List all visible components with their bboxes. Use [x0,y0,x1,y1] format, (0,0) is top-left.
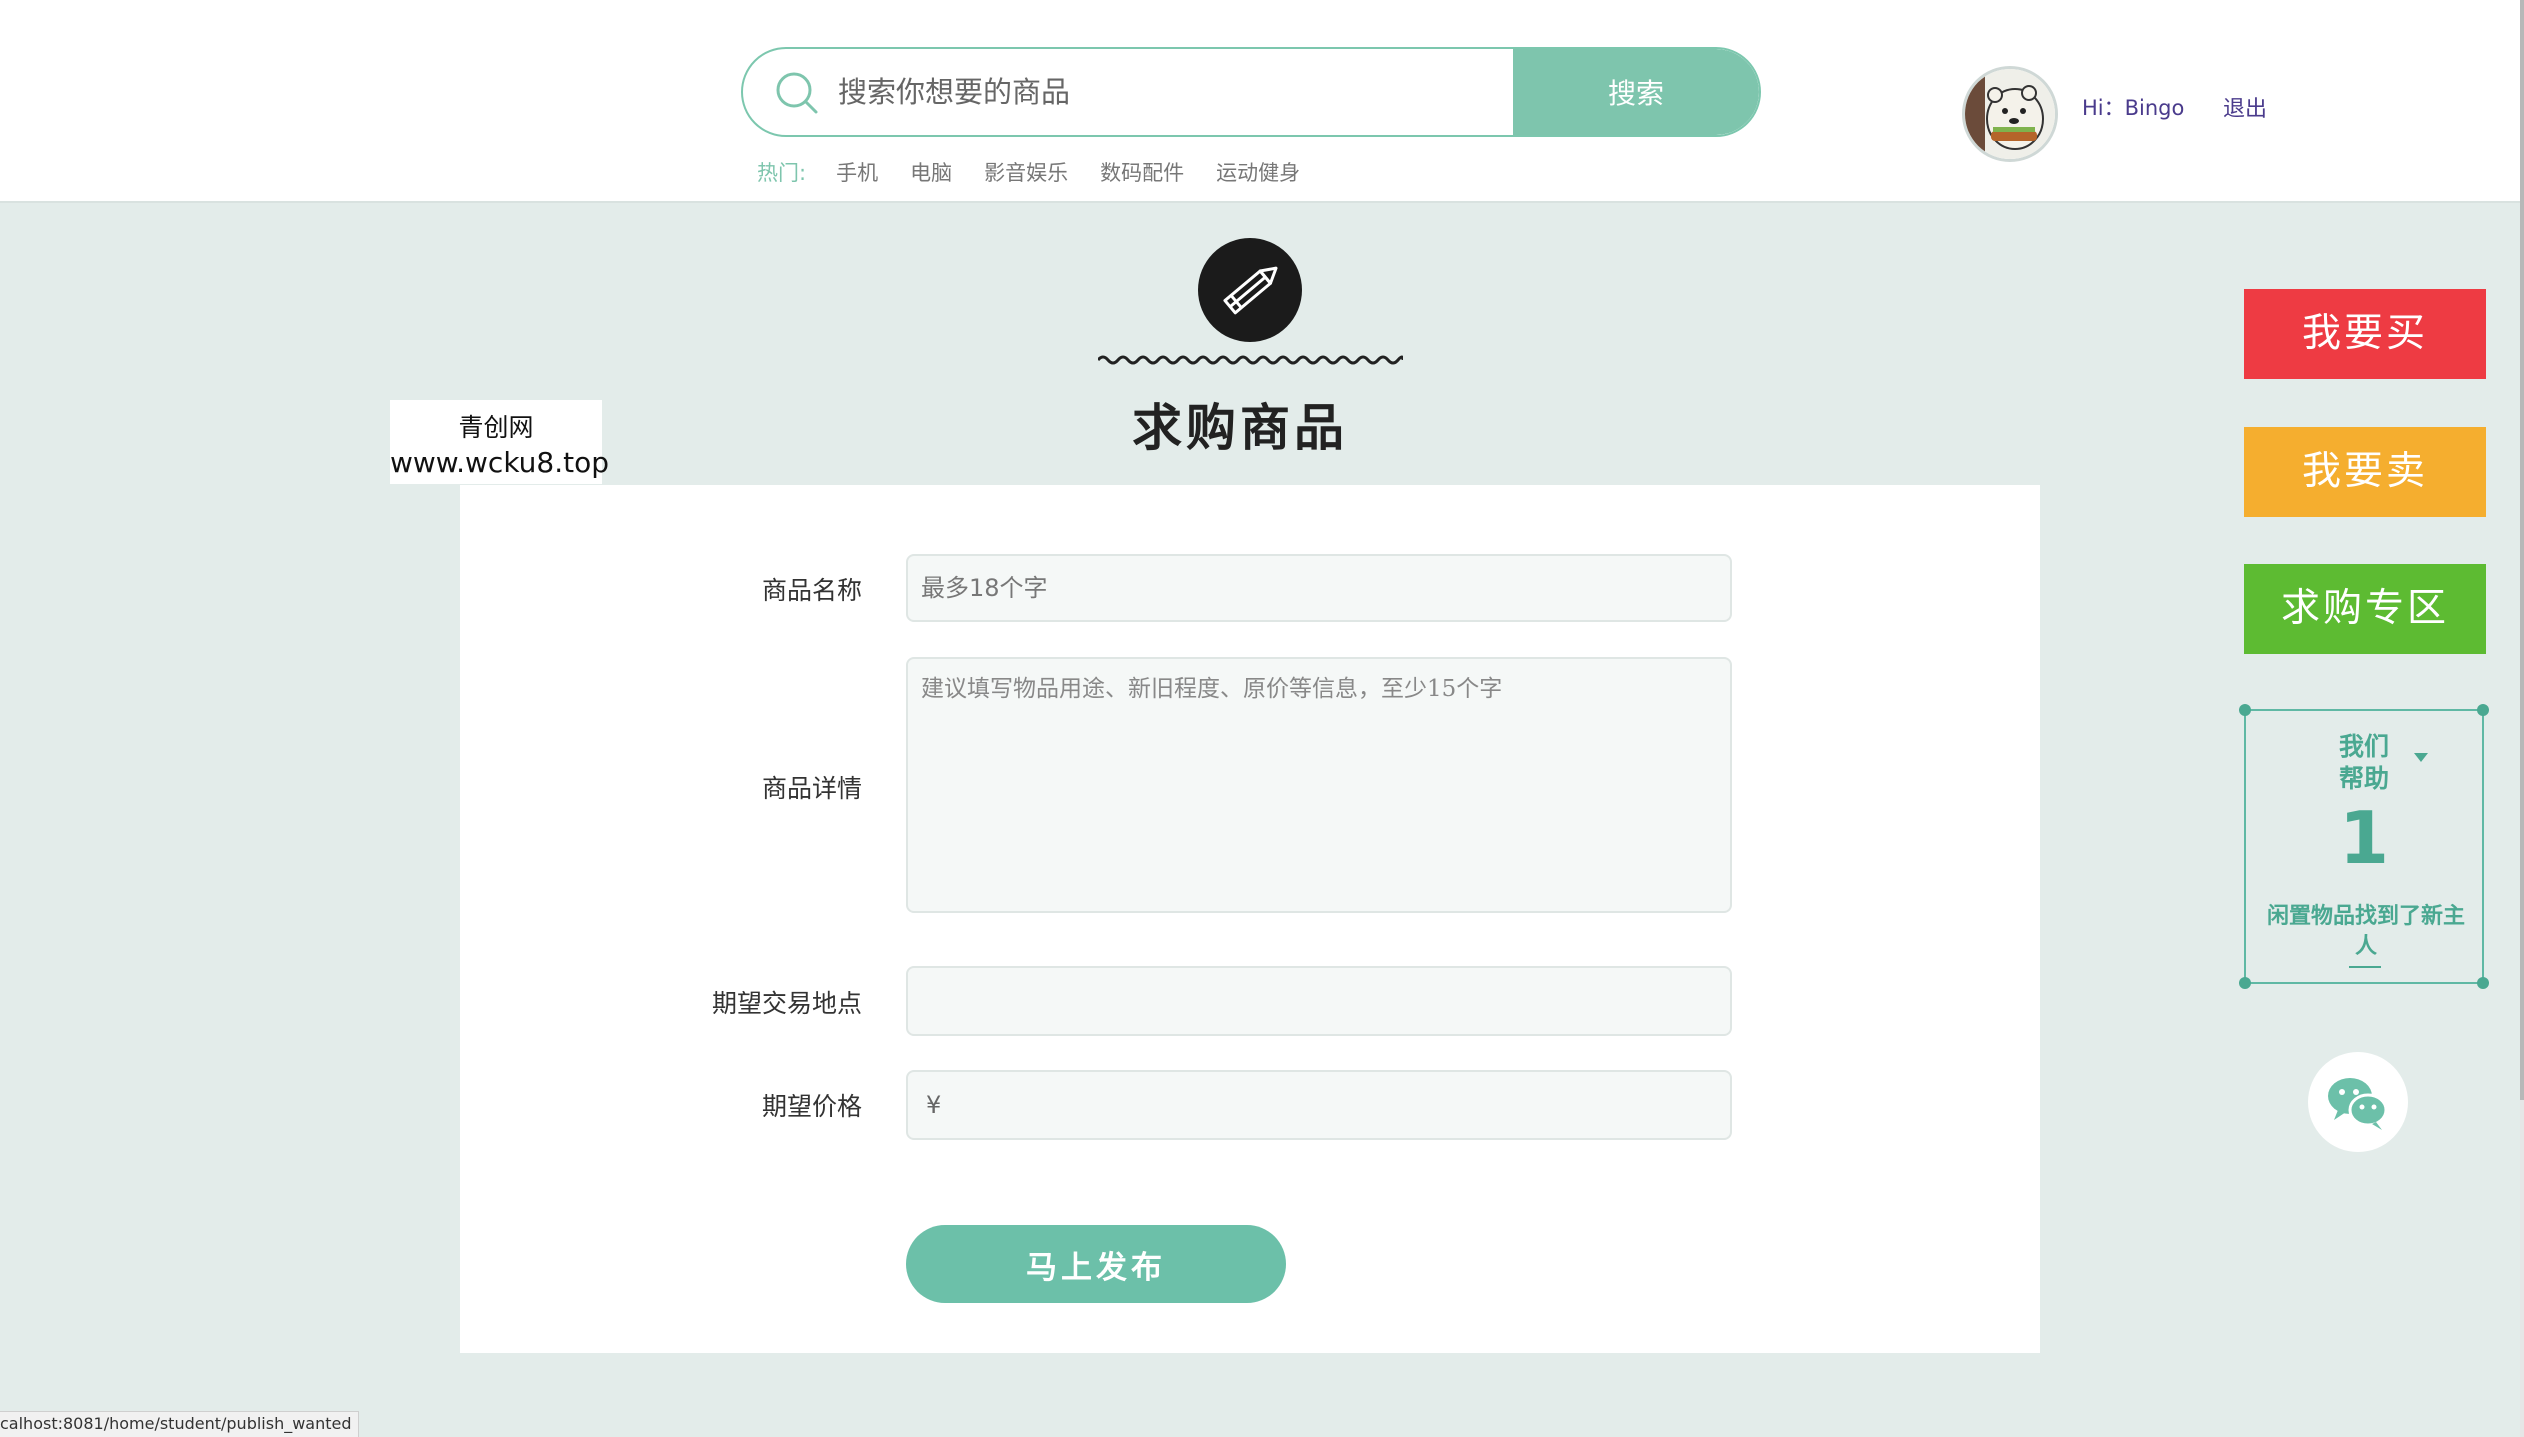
detail-textarea[interactable] [906,657,1732,913]
pencil-icon [1198,238,1302,342]
hot-link-accessories[interactable]: 数码配件 [1100,157,1184,187]
help-description: 闲置物品找到了新主人 [2266,903,2465,959]
wanted-zone-button[interactable]: 求购专区 [2244,564,2486,654]
corner-dot [2239,977,2251,989]
watermark-label: 青创网 www.wcku8.top [390,400,610,484]
corner-dot [2239,704,2251,716]
price-label: 期望价格 [761,1092,862,1121]
publish-button[interactable]: 马上发布 [906,1225,1286,1303]
scrollbar-thumb[interactable] [2520,0,2524,1100]
search-box: 搜索 [741,47,1761,137]
search-icon [776,72,818,114]
i-want-to-buy-button[interactable]: 我要买 [2244,289,2486,379]
location-label: 期望交易地点 [711,989,862,1018]
wavy-divider [1098,355,1403,365]
hot-link-entertainment[interactable]: 影音娱乐 [984,157,1068,187]
user-greeting: Hi：Bingo [2082,96,2185,120]
price-input[interactable] [906,1070,1732,1140]
logout-link[interactable]: 退出 [2223,91,2267,123]
help-title-line1: 我们 [2338,732,2389,761]
hot-label: 热门: [757,161,807,185]
status-bar-url: calhost:8081/home/student/publish_wanted [0,1411,359,1437]
watermark-url: www.wcku8.top [390,446,610,479]
wechat-icon [2328,1078,2388,1130]
hot-link-computer[interactable]: 电脑 [910,157,952,187]
avatar[interactable] [1962,66,2058,162]
header-bar: 搜索 热门: 手机 电脑 影音娱乐 数码配件 运动健身 Hi：Bingo 退出 [0,0,2520,203]
hot-link-sports[interactable]: 运动健身 [1216,157,1300,187]
corner-dot [2477,704,2489,716]
name-label: 商品名称 [761,576,862,605]
currency-symbol: ¥ [926,1091,942,1119]
detail-label: 商品详情 [761,774,862,803]
page-title: 求购商品 [1132,398,1348,457]
hot-keywords: 热门: 手机 电脑 影音娱乐 数码配件 运动健身 [757,157,1300,187]
hot-link-phone[interactable]: 手机 [836,157,878,187]
help-underline [2349,966,2381,968]
help-title: 我们 帮助 [2246,731,2482,795]
i-want-to-sell-button[interactable]: 我要卖 [2244,427,2486,517]
watermark-name: 青创网 [458,413,534,442]
caret-down-icon [2414,753,2428,762]
wechat-button[interactable] [2308,1052,2408,1152]
help-count: 1 [2338,796,2390,880]
search-button[interactable]: 搜索 [1513,49,1759,135]
name-input[interactable] [906,554,1732,622]
help-title-line2: 帮助 [2338,764,2389,793]
avatar-bear-icon [1965,69,2055,159]
corner-dot [2477,977,2489,989]
location-input[interactable] [906,966,1732,1036]
publish-wanted-form: 商品名称 商品详情 期望交易地点 期望价格 ¥ 马上发布 [460,485,2040,1353]
search-input[interactable] [838,49,1598,135]
help-stat-box: 我们 帮助 1 闲置物品找到了新主人 [2239,704,2489,989]
